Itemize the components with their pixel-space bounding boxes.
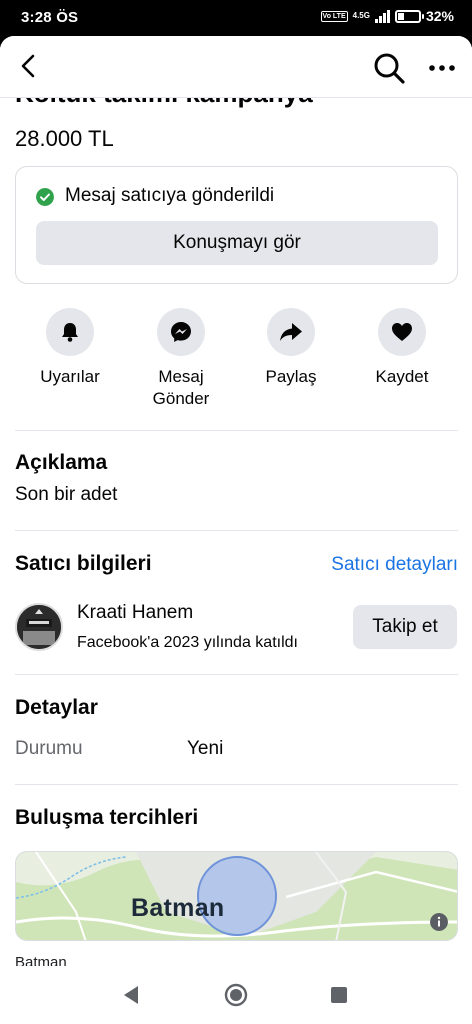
seller-details-link[interactable]: Satıcı detayları	[331, 554, 458, 576]
follow-button[interactable]: Takip et	[353, 605, 457, 649]
description-heading: Açıklama	[15, 451, 108, 474]
message-sent-card: Mesaj satıcıya gönderildi Konuşmayı gör	[15, 166, 458, 284]
bell-icon	[46, 308, 94, 356]
signal-icon	[374, 9, 390, 23]
divider	[15, 784, 458, 785]
more-horizontal-icon[interactable]	[426, 54, 458, 82]
info-icon[interactable]	[430, 913, 448, 931]
search-icon[interactable]	[372, 51, 406, 85]
seller-avatar[interactable]	[15, 603, 63, 651]
send-message-label: Mesaj Gönder	[152, 367, 210, 408]
save-action[interactable]: Kaydet	[347, 308, 457, 388]
battery-icon	[394, 9, 424, 23]
check-circle-icon	[36, 188, 54, 206]
map-city-label: Batman	[131, 894, 225, 922]
save-label: Kaydet	[375, 367, 429, 386]
alerts-action[interactable]: Uyarılar	[15, 308, 125, 388]
divider	[15, 430, 458, 431]
share-label: Paylaş	[265, 367, 317, 386]
marketplace-listing-screen: Koltuk takımı kampanya 28.000 TL Mesaj s…	[0, 36, 472, 966]
heart-icon	[378, 308, 426, 356]
view-conversation-button[interactable]: Konuşmayı gör	[36, 221, 438, 265]
meetup-heading: Buluşma tercihleri	[15, 806, 199, 829]
battery-percent: 32%	[425, 8, 454, 24]
chevron-left-icon[interactable]	[14, 51, 44, 81]
message-status-text: Mesaj satıcıya gönderildi	[65, 185, 275, 206]
volte-icon: Vo LTE	[320, 10, 348, 22]
seller-joined-text: Facebook'a 2023 yılında katıldı	[77, 634, 298, 651]
messenger-icon	[157, 308, 205, 356]
divider	[15, 674, 458, 675]
nav-home-icon[interactable]	[224, 983, 248, 1007]
top-bar	[0, 36, 472, 98]
nav-back-icon[interactable]	[122, 985, 140, 1005]
details-heading: Detaylar	[15, 696, 98, 719]
nav-recents-icon[interactable]	[331, 987, 347, 1003]
description-text: Son bir adet	[15, 484, 118, 505]
seller-info-heading: Satıcı bilgileri	[15, 552, 152, 575]
share-action[interactable]: Paylaş	[236, 308, 346, 388]
alerts-label: Uyarılar	[40, 367, 100, 386]
condition-value: Yeni	[187, 738, 224, 759]
meetup-location: Batman	[15, 954, 67, 966]
listing-price: 28.000 TL	[15, 126, 114, 151]
status-icons: Vo LTE 4.5G 32%	[320, 8, 454, 24]
seller-name[interactable]: Kraati Hanem	[77, 602, 193, 624]
status-time: 3:28 ÖS	[21, 9, 79, 26]
system-nav-bar	[0, 966, 472, 1024]
condition-label: Durumu	[15, 738, 83, 759]
network-type: 4.5G	[352, 11, 370, 20]
send-message-action[interactable]: Mesaj Gönder	[126, 308, 236, 410]
share-icon	[267, 308, 315, 356]
status-bar: 3:28 ÖS Vo LTE 4.5G 32%	[0, 0, 472, 36]
divider	[15, 530, 458, 531]
location-map[interactable]: Batman	[15, 851, 458, 941]
